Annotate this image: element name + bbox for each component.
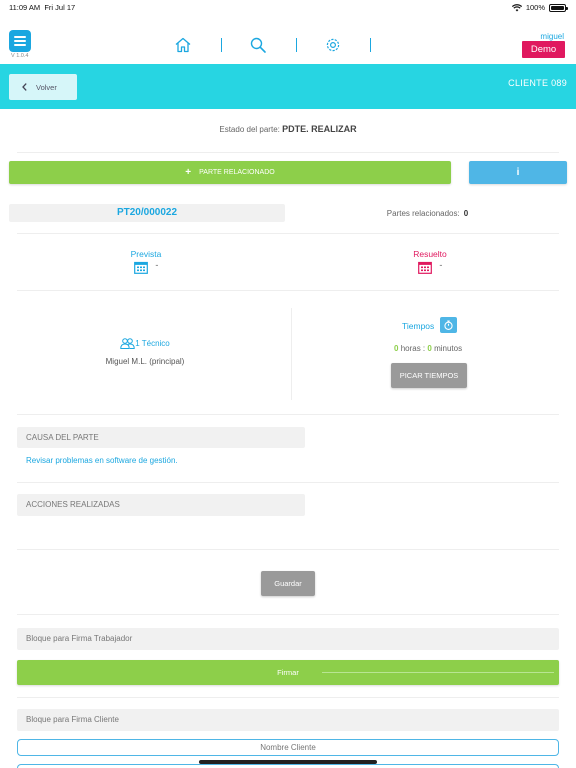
info-button[interactable]: i <box>469 161 567 184</box>
home-indicator[interactable] <box>199 760 377 764</box>
chevron-left-icon <box>22 83 27 91</box>
parte-code: PT20/000022 <box>9 204 285 222</box>
company-badge[interactable]: Demo <box>522 41 565 58</box>
user-name[interactable]: miguel <box>540 32 564 41</box>
resuelto-label: Resuelto <box>413 249 447 259</box>
stopwatch-icon <box>444 320 453 330</box>
divider <box>17 614 559 615</box>
calendar-icon <box>417 261 432 274</box>
nombre-cliente-input[interactable] <box>17 739 559 756</box>
partes-relacionados: Partes relacionados: 0 <box>386 209 469 218</box>
status-time: 11:09 AM Fri Jul 17 <box>9 3 76 12</box>
divider <box>17 482 559 483</box>
users-icon <box>120 338 135 349</box>
signature-line <box>322 672 554 673</box>
calendar-icon <box>133 261 148 274</box>
client-name: CLIENTE 089 <box>508 78 567 88</box>
divider <box>17 233 559 234</box>
divider <box>17 152 559 153</box>
guardar-button[interactable]: Guardar <box>261 571 315 596</box>
causa-label: CAUSA DEL PARTE <box>17 427 305 448</box>
minutos-value: 0 <box>427 344 432 353</box>
picar-tiempos-button[interactable]: PICAR TIEMPOS <box>391 363 467 388</box>
parte-relacionado-button[interactable]: + PARTE RELACIONADO <box>9 161 451 184</box>
nav-divider <box>296 38 297 52</box>
firma-cliente-label: Bloque para Firma Cliente <box>17 709 559 731</box>
app-logo[interactable] <box>9 30 31 52</box>
resuelto-value: - <box>439 260 443 270</box>
firmar-button[interactable]: Firmar <box>17 660 559 685</box>
partes-relacionados-count: 0 <box>463 209 469 218</box>
back-button[interactable]: Volver <box>9 74 77 100</box>
divider <box>291 308 292 400</box>
acciones-label: ACCIONES REALIZADAS <box>17 494 305 516</box>
prevista-label: Prevista <box>130 249 162 259</box>
divider <box>17 290 559 291</box>
tecnicos-link[interactable]: 1 Técnico <box>0 338 290 349</box>
horas-value: 0 <box>394 344 399 353</box>
tecnico-name: Miguel M.L. (principal) <box>105 357 185 366</box>
search-icon[interactable] <box>249 36 267 54</box>
parte-status-value: PDTE. REALIZAR <box>282 124 357 134</box>
prevista-value: - <box>155 260 159 270</box>
app-version: V 1.0.4 <box>11 53 29 59</box>
parte-status: Estado del parte: PDTE. REALIZAR <box>219 124 357 134</box>
fecha-resuelto[interactable]: Resuelto - <box>295 249 565 274</box>
plus-icon: + <box>185 167 192 178</box>
fecha-prevista[interactable]: Prevista - <box>11 249 281 274</box>
divider <box>17 549 559 550</box>
tiempos-label: Tiempos <box>402 321 435 331</box>
gear-icon[interactable] <box>324 36 342 54</box>
status-bar: 11:09 AM Fri Jul 17 100% <box>0 0 576 14</box>
battery-icon <box>549 3 568 12</box>
causa-text[interactable]: Revisar problemas en software de gestión… <box>26 456 178 465</box>
wifi-icon <box>511 3 522 11</box>
signature-pad[interactable] <box>17 764 559 768</box>
back-label: Volver <box>36 82 57 92</box>
battery-percent: 100% <box>525 3 545 12</box>
nav-divider <box>370 38 371 52</box>
header-bar <box>0 64 576 109</box>
tiempo-total: 0 horas : 0 minutos <box>394 344 463 353</box>
divider <box>17 414 559 415</box>
timer-button[interactable] <box>440 317 457 333</box>
divider <box>17 697 559 698</box>
firma-trabajador-label: Bloque para Firma Trabajador <box>17 628 559 650</box>
nav-divider <box>221 38 222 52</box>
home-icon[interactable] <box>174 36 192 54</box>
